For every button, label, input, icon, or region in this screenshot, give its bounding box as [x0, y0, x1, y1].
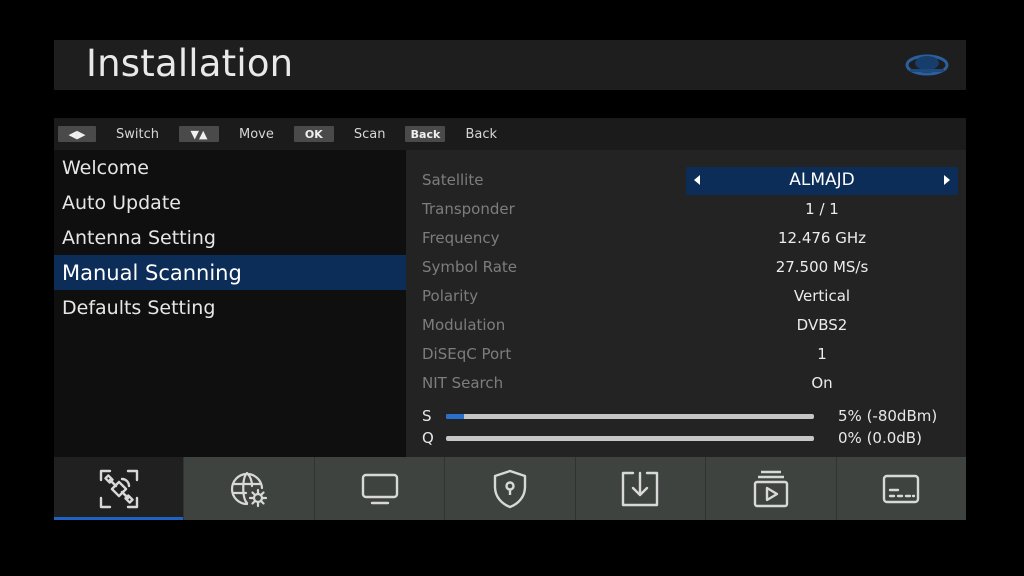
setting-label: Symbol Rate	[422, 258, 518, 276]
satellite-icon	[99, 469, 138, 508]
signal-strength-meter: S 5% (-80dBm)	[406, 407, 966, 427]
signal-quality-meter: Q 0% (0.0dB)	[406, 429, 966, 449]
menu-item-welcome[interactable]: Welcome	[54, 150, 406, 185]
signal-quality-value: 0% (0.0dB)	[838, 429, 922, 447]
setting-row-modulation[interactable]: Modulation DVBS2	[406, 311, 966, 340]
setting-label: DiSEqC Port	[422, 345, 512, 363]
tab-satellite-installation[interactable]	[54, 457, 185, 520]
setting-row-polarity[interactable]: Polarity Vertical	[406, 282, 966, 311]
tab-media-player[interactable]	[706, 457, 837, 520]
tab-subtitle[interactable]	[837, 457, 966, 520]
signal-quality-label: Q	[422, 429, 434, 447]
hint-label: Scan	[353, 126, 386, 142]
brand-logo-icon	[905, 54, 949, 76]
subtitle-icon	[883, 474, 920, 503]
menu-item-auto-update[interactable]: Auto Update	[54, 185, 406, 220]
title-bar: Installation	[54, 40, 966, 90]
menu-item-manual-scanning[interactable]: Manual Scanning	[54, 255, 406, 290]
signal-strength-fill	[446, 414, 465, 419]
display-icon	[361, 473, 398, 504]
hint-label: Move	[238, 126, 274, 142]
settings-category-bar	[54, 457, 966, 520]
network-settings-icon	[231, 471, 268, 507]
setting-label: Satellite	[422, 171, 484, 189]
setting-label: Polarity	[422, 287, 479, 305]
tab-display[interactable]	[315, 457, 446, 520]
setting-label: Frequency	[422, 229, 500, 247]
up-down-key-icon: ▼▲	[178, 126, 219, 142]
page-title: Installation	[86, 42, 294, 85]
installation-menu: Welcome Auto Update Antenna Setting Manu…	[54, 150, 406, 457]
key-hints-bar: ◀▶ Switch ▼▲ Move OK Scan Back Back	[54, 118, 966, 150]
setting-row-nit-search[interactable]: NIT Search On	[406, 369, 966, 398]
setting-value: 1 / 1	[805, 200, 839, 218]
setting-value: 27.500 MS/s	[775, 258, 869, 276]
back-key-icon: Back	[405, 126, 446, 142]
setting-value: Vertical	[793, 287, 851, 305]
hint-move: ▼▲ Move	[178, 126, 294, 142]
setting-row-frequency[interactable]: Frequency 12.476 GHz	[406, 224, 966, 253]
scan-settings-panel: Satellite ALMAJD Transponder 1 / 1 Frequ…	[406, 150, 966, 457]
hint-label: Switch	[116, 126, 159, 142]
setting-value: 1	[817, 345, 827, 363]
setting-label: Transponder	[422, 200, 515, 218]
menu-item-defaults-setting[interactable]: Defaults Setting	[54, 290, 406, 325]
setting-value: 12.476 GHz	[777, 229, 867, 247]
setting-value: ALMAJD	[789, 170, 855, 190]
media-player-icon	[753, 470, 789, 507]
setting-row-transponder[interactable]: Transponder 1 / 1	[406, 195, 966, 224]
hint-back: Back Back	[405, 126, 517, 142]
tab-parental-lock[interactable]	[445, 457, 576, 520]
left-right-key-icon: ◀▶	[58, 126, 96, 142]
setting-label: Modulation	[422, 316, 506, 334]
ok-key-icon: OK	[293, 126, 334, 142]
hint-scan: OK Scan	[293, 126, 406, 142]
setting-row-diseqc-port[interactable]: DiSEqC Port 1	[406, 340, 966, 369]
setting-value: DVBS2	[796, 316, 848, 334]
setting-row-satellite[interactable]: Satellite ALMAJD	[406, 166, 966, 195]
signal-quality-track	[446, 436, 814, 441]
signal-strength-label: S	[422, 407, 432, 425]
tab-network-settings[interactable]	[184, 457, 315, 520]
setting-value: On	[811, 374, 833, 392]
hint-label: Back	[465, 126, 498, 142]
arrow-right-icon[interactable]	[944, 175, 950, 185]
hint-switch: ◀▶ Switch	[58, 126, 179, 142]
menu-item-antenna-setting[interactable]: Antenna Setting	[54, 220, 406, 255]
signal-strength-track	[446, 414, 814, 419]
download-icon	[622, 471, 659, 506]
shield-lock-icon	[493, 469, 527, 508]
setting-row-symbol-rate[interactable]: Symbol Rate 27.500 MS/s	[406, 253, 966, 282]
setting-label: NIT Search	[422, 374, 504, 392]
tab-upgrade[interactable]	[576, 457, 707, 520]
signal-strength-value: 5% (-80dBm)	[838, 407, 938, 425]
